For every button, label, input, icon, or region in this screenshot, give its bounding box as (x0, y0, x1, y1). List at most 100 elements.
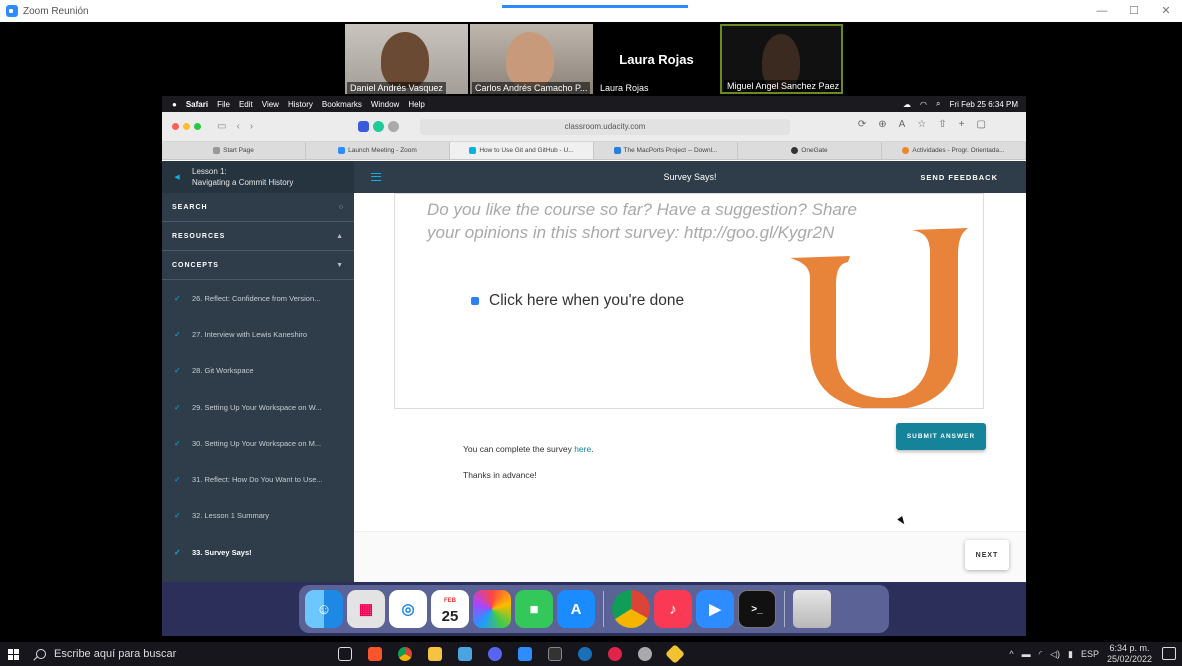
tab-macports[interactable]: The MacPorts Project -- Downl... (594, 142, 738, 159)
address-bar[interactable]: classroom.udacity.com (420, 119, 790, 135)
tab-actividades[interactable]: Actividades - Progr. Orientada... (882, 142, 1026, 159)
cloud-icon[interactable]: ☁ (903, 100, 911, 109)
steam-icon[interactable] (570, 642, 600, 666)
photos-icon[interactable] (473, 590, 511, 628)
concept-item-active[interactable]: ✓ 33. Survey Says! (162, 534, 354, 570)
survey-link[interactable]: here (574, 444, 591, 454)
sidebar-concepts[interactable]: CONCEPTS ▼ (162, 251, 354, 280)
brave-icon[interactable] (360, 642, 390, 666)
file-explorer-icon[interactable] (420, 642, 450, 666)
chrome-taskbar-icon[interactable] (390, 642, 420, 666)
minimize-dot[interactable] (183, 123, 190, 130)
notifications-icon[interactable] (1162, 647, 1176, 660)
concept-item[interactable]: ✓ 31. Reflect: How Do You Want to Use... (162, 461, 354, 497)
udacity-u-logo (790, 228, 968, 408)
chevron-up-icon[interactable]: ^ (1009, 649, 1013, 659)
recorder-icon[interactable] (600, 642, 630, 666)
zoom-taskbar-icon[interactable] (510, 642, 540, 666)
concept-label: 26. Reflect: Confidence from Version... (192, 293, 321, 303)
next-button[interactable]: NEXT (965, 540, 1009, 570)
language-indicator[interactable]: ESP (1081, 649, 1099, 659)
menu-help[interactable]: Help (408, 100, 424, 109)
sidebar-toggle-icon[interactable]: ▭ (217, 121, 226, 132)
menu-window[interactable]: Window (371, 100, 399, 109)
volume-icon[interactable]: ◁) (1050, 649, 1060, 660)
chrome-icon[interactable] (612, 590, 650, 628)
send-feedback-link[interactable]: SEND FEEDBACK (920, 173, 998, 182)
concept-item[interactable]: ✓ 30. Setting Up Your Workspace on M... (162, 425, 354, 461)
privacy-icon[interactable] (388, 121, 399, 132)
close-dot[interactable] (172, 123, 179, 130)
taskbar-search[interactable]: Escribe aquí para buscar (26, 642, 288, 666)
tab-udacity[interactable]: How to Use Git and GitHub - U... (450, 142, 594, 159)
back-icon[interactable]: ‹ (236, 121, 239, 132)
windows-start-icon[interactable] (0, 642, 26, 666)
wifi-icon[interactable]: ◠ (920, 100, 927, 109)
network-icon[interactable]: ◜ (1039, 649, 1043, 660)
new-tab-icon[interactable]: + (959, 119, 965, 130)
epic-games-icon[interactable] (540, 642, 570, 666)
download-icon[interactable]: ⊕ (878, 119, 886, 130)
tab-overview-icon[interactable]: ▢ (977, 119, 986, 130)
menu-history[interactable]: History (288, 100, 313, 109)
tab-zoom[interactable]: Launch Meeting - Zoom (306, 142, 450, 159)
mic-icon[interactable]: ▮ (1068, 649, 1073, 660)
screen-share-indicator[interactable] (502, 5, 688, 8)
translate-icon[interactable]: ⟳ (858, 119, 866, 130)
text-size-icon[interactable]: A (899, 119, 906, 130)
concept-item[interactable]: ✓ 27. Interview with Lewis Kaneshiro (162, 316, 354, 352)
done-checkbox-row[interactable]: Click here when you're done (471, 292, 684, 310)
terminal-icon[interactable]: >_ (738, 590, 776, 628)
zoom-dot[interactable] (194, 123, 201, 130)
safari-icon[interactable]: ◎ (389, 590, 427, 628)
tab-onegate[interactable]: OneGate (738, 142, 882, 159)
facetime-icon[interactable]: ■ (515, 590, 553, 628)
zoom-app-icon[interactable]: ▶ (696, 590, 734, 628)
submit-answer-button[interactable]: SUBMIT ANSWER (896, 423, 986, 450)
menu-view[interactable]: View (262, 100, 279, 109)
app-icon[interactable] (630, 642, 660, 666)
forward-icon[interactable]: › (250, 121, 253, 132)
lesson-header[interactable]: ◀ Lesson 1: Navigating a Commit History (162, 161, 354, 193)
menu-file[interactable]: File (217, 100, 230, 109)
finder-icon[interactable]: ☺ (305, 590, 343, 628)
concept-item[interactable]: ✓ 28. Git Workspace (162, 353, 354, 389)
apple-icon[interactable]: ● (172, 100, 177, 109)
app-store-icon[interactable]: A (557, 590, 595, 628)
menu-safari[interactable]: Safari (186, 100, 208, 109)
mac-clock[interactable]: Fri Feb 25 6:34 PM (950, 100, 1018, 109)
sidebar-search[interactable]: SEARCH ○ (162, 193, 354, 222)
battery-icon[interactable]: ▬ (1022, 649, 1031, 659)
extension-icon[interactable] (358, 121, 369, 132)
maximize-button[interactable]: ☐ (1118, 0, 1150, 22)
sidebar-resources[interactable]: RESOURCES ▲ (162, 222, 354, 251)
launchpad-icon[interactable]: ▦ (347, 590, 385, 628)
bookmark-star-icon[interactable]: ☆ (917, 119, 926, 130)
minimize-button[interactable]: — (1086, 0, 1118, 22)
participant-tile-active-speaker[interactable]: Miguel Angel Sanchez Paez (720, 24, 843, 94)
share-icon[interactable]: ⇧ (938, 119, 946, 130)
concept-item[interactable]: ✓ 26. Reflect: Confidence from Version... (162, 280, 354, 316)
concept-item[interactable]: ✓ 29. Setting Up Your Workspace on W... (162, 389, 354, 425)
task-view-icon[interactable] (330, 642, 360, 666)
taskbar-clock[interactable]: 6:34 p. m. 25/02/2022 (1107, 643, 1152, 665)
done-checkbox[interactable] (471, 297, 479, 305)
macports-icon (613, 147, 621, 154)
concept-item[interactable]: ✓ 32. Lesson 1 Summary (162, 498, 354, 534)
discord-icon[interactable] (480, 642, 510, 666)
participant-tile[interactable]: Carlos Andrés Camacho P... (470, 24, 593, 94)
store-icon[interactable] (450, 642, 480, 666)
menu-bookmarks[interactable]: Bookmarks (322, 100, 362, 109)
tab-start-page[interactable]: Start Page (162, 142, 306, 159)
participant-tile[interactable]: Daniel Andrés Vasquez (345, 24, 468, 94)
close-button[interactable]: ✕ (1150, 0, 1182, 22)
calendar-icon[interactable]: FEB 25 (431, 590, 469, 628)
participant-tile[interactable]: Laura Rojas Laura Rojas (595, 24, 718, 94)
trash-icon[interactable] (793, 590, 831, 628)
git-icon[interactable] (660, 642, 690, 666)
back-arrow-icon[interactable]: ◀ (162, 172, 192, 183)
search-icon[interactable]: ⌕ (936, 99, 940, 109)
menu-edit[interactable]: Edit (239, 100, 253, 109)
extension-icon[interactable] (373, 121, 384, 132)
music-icon[interactable]: ♪ (654, 590, 692, 628)
